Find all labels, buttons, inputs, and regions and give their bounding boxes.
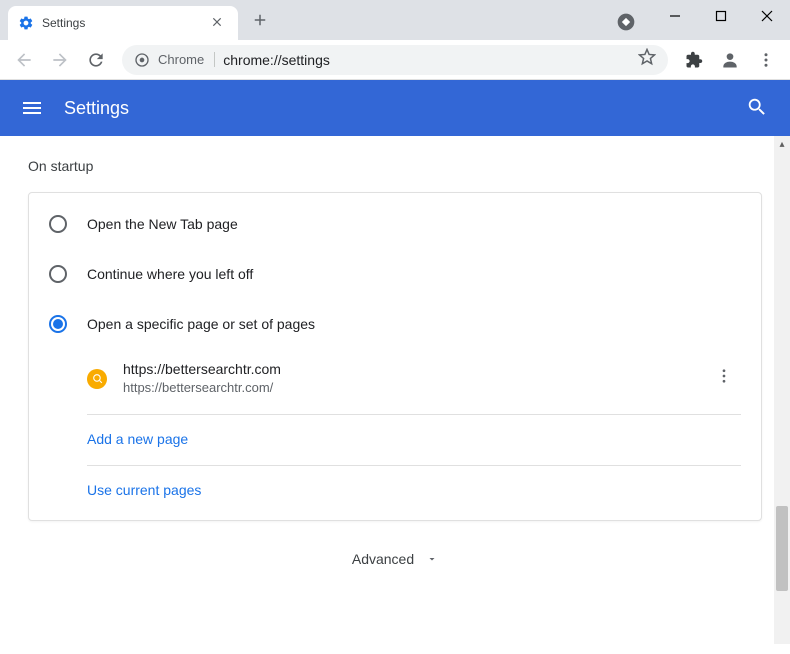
settings-header: Settings bbox=[0, 80, 790, 136]
tab-title: Settings bbox=[42, 16, 206, 30]
section-title: On startup bbox=[28, 158, 762, 174]
content-area: PCrisk.com On startup Open the New Tab p… bbox=[0, 136, 790, 644]
kebab-menu-icon[interactable] bbox=[707, 359, 741, 398]
radio-option-continue[interactable]: Continue where you left off bbox=[29, 249, 761, 299]
profile-badge-icon[interactable] bbox=[616, 12, 636, 32]
omnibox-url: chrome://settings bbox=[223, 52, 630, 68]
toolbar: Chrome chrome://settings bbox=[0, 40, 790, 80]
back-button[interactable] bbox=[8, 44, 40, 76]
chevron-down-icon bbox=[426, 553, 438, 565]
advanced-section: Advanced bbox=[28, 521, 762, 589]
radio-label: Continue where you left off bbox=[87, 266, 253, 282]
add-page-link: Add a new page bbox=[87, 431, 188, 447]
hamburger-menu-icon[interactable] bbox=[20, 96, 44, 120]
radio-icon bbox=[49, 215, 67, 233]
address-bar[interactable]: Chrome chrome://settings bbox=[122, 45, 668, 75]
radio-icon bbox=[49, 265, 67, 283]
startup-page-row: https://bettersearchtr.com https://bette… bbox=[29, 349, 761, 412]
advanced-label: Advanced bbox=[352, 551, 414, 567]
startup-card: Open the New Tab page Continue where you… bbox=[28, 192, 762, 521]
forward-button[interactable] bbox=[44, 44, 76, 76]
chrome-icon bbox=[134, 52, 150, 68]
close-window-button[interactable] bbox=[744, 0, 790, 32]
divider bbox=[87, 414, 741, 415]
radio-label: Open a specific page or set of pages bbox=[87, 316, 315, 332]
kebab-menu-icon[interactable] bbox=[750, 44, 782, 76]
reload-button[interactable] bbox=[80, 44, 112, 76]
search-icon[interactable] bbox=[746, 96, 770, 120]
advanced-toggle[interactable]: Advanced bbox=[352, 551, 438, 567]
maximize-button[interactable] bbox=[698, 0, 744, 32]
close-icon[interactable] bbox=[206, 13, 228, 34]
startup-page-url: https://bettersearchtr.com/ bbox=[123, 379, 707, 397]
use-current-link: Use current pages bbox=[87, 482, 201, 498]
browser-tab[interactable]: Settings bbox=[8, 6, 238, 40]
radio-icon bbox=[49, 315, 67, 333]
omnibox-chip: Chrome bbox=[158, 52, 215, 67]
radio-option-new-tab[interactable]: Open the New Tab page bbox=[29, 199, 761, 249]
extensions-icon[interactable] bbox=[678, 44, 710, 76]
bookmark-star-icon[interactable] bbox=[638, 48, 656, 71]
new-tab-button[interactable] bbox=[246, 6, 274, 34]
tab-strip: Settings bbox=[0, 0, 790, 40]
profile-icon[interactable] bbox=[714, 44, 746, 76]
page-title: Settings bbox=[64, 98, 746, 119]
radio-option-specific-pages[interactable]: Open a specific page or set of pages bbox=[29, 299, 761, 349]
use-current-row[interactable]: Use current pages bbox=[29, 468, 761, 514]
startup-page-title: https://bettersearchtr.com bbox=[123, 360, 707, 380]
window-controls bbox=[652, 0, 790, 40]
gear-icon bbox=[18, 15, 34, 31]
divider bbox=[87, 465, 741, 466]
radio-label: Open the New Tab page bbox=[87, 216, 238, 232]
add-page-row[interactable]: Add a new page bbox=[29, 417, 761, 463]
minimize-button[interactable] bbox=[652, 0, 698, 32]
favicon-icon bbox=[87, 369, 107, 389]
